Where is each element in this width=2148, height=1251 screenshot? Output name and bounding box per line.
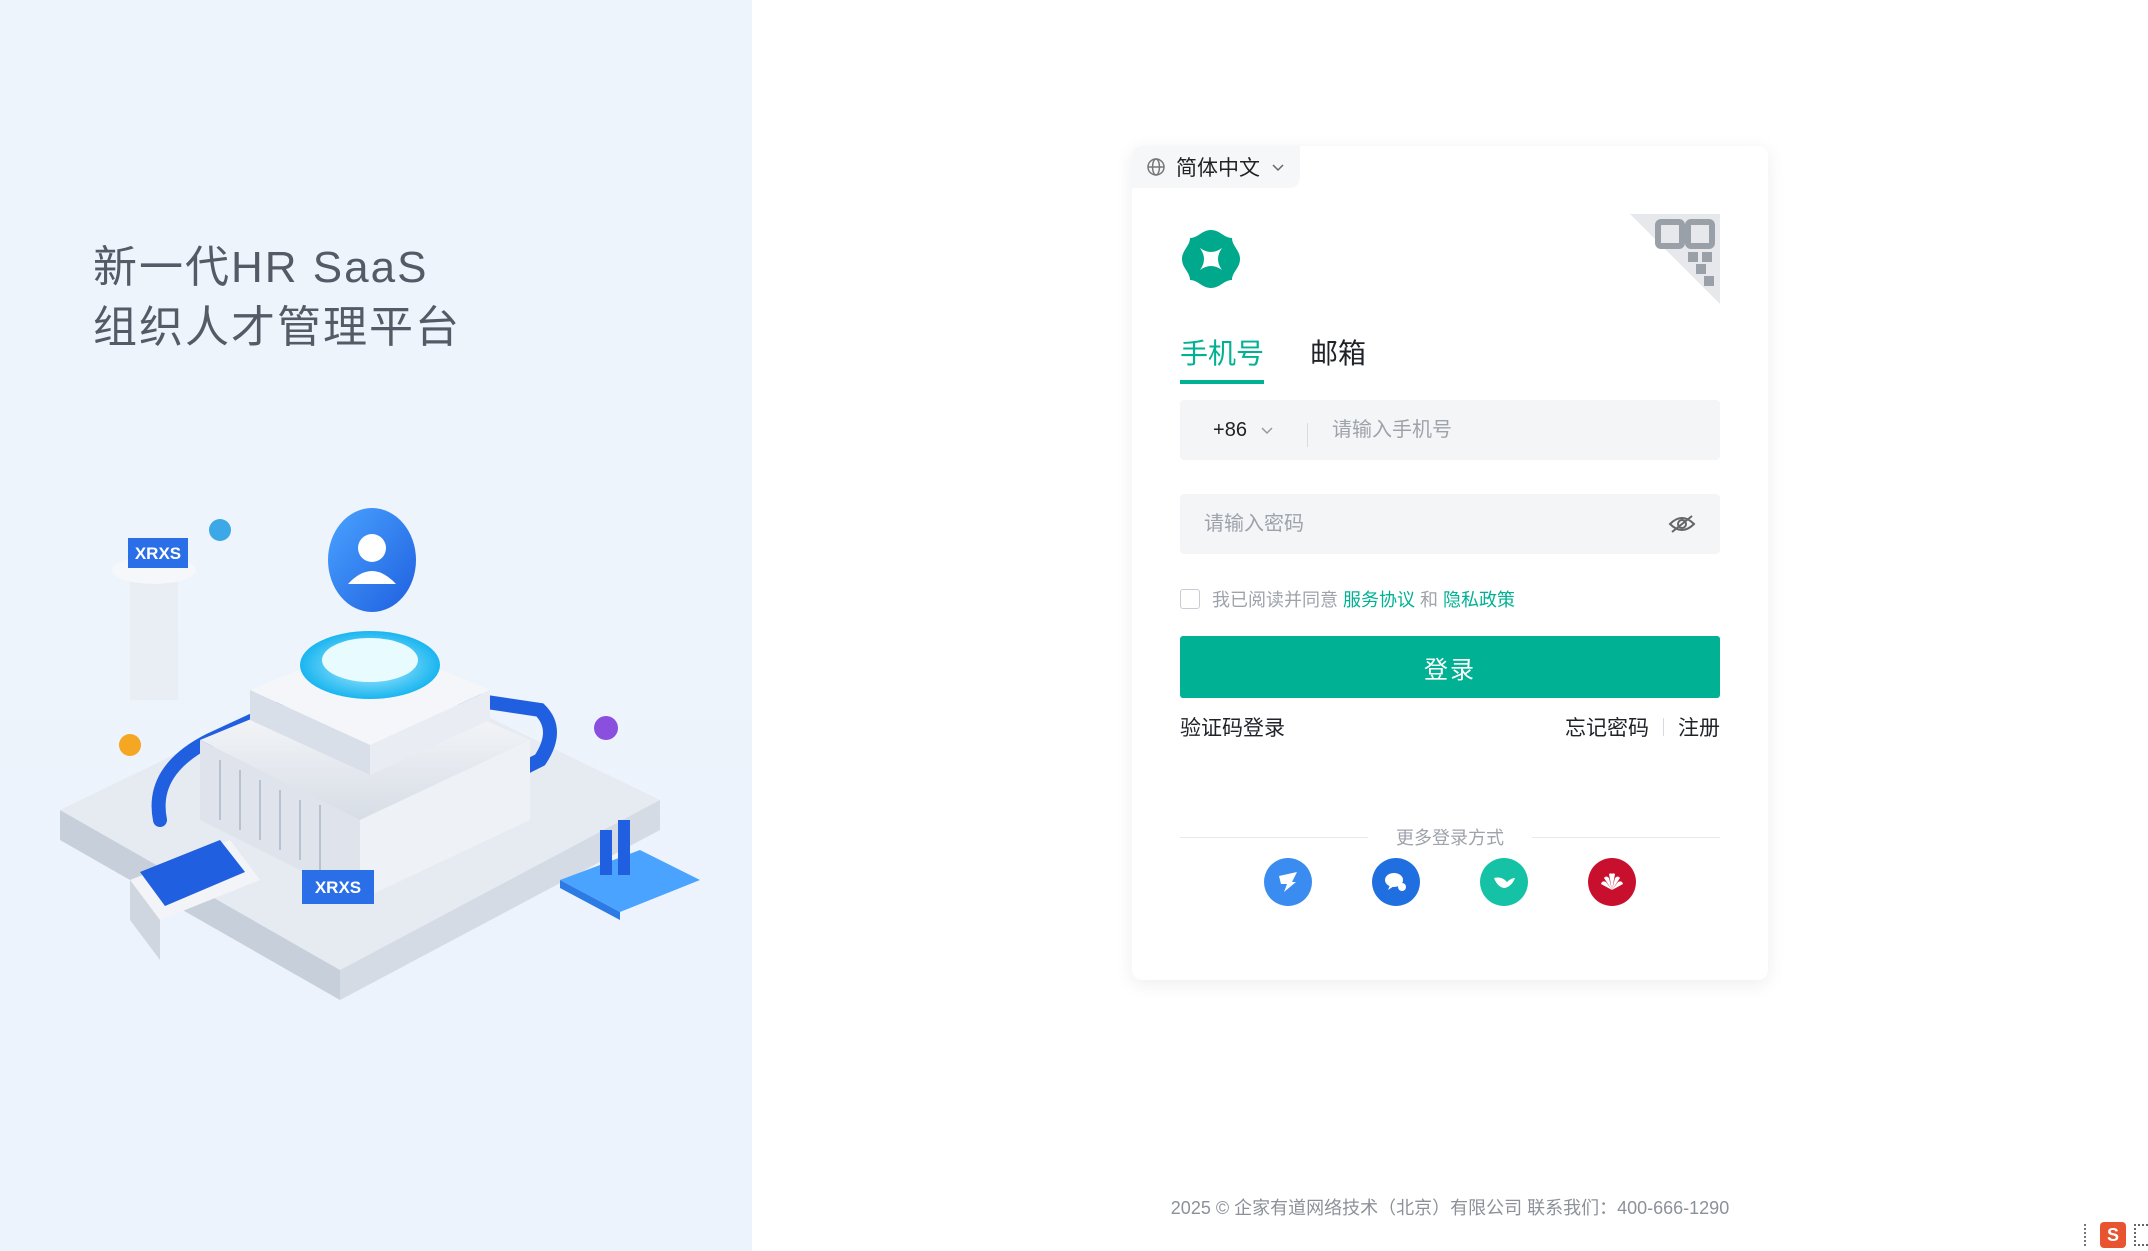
language-label: 简体中文 (1176, 157, 1260, 180)
divider (1180, 836, 1368, 838)
agreement-row: 我已阅读并同意 服务协议 和 隐私政策 (1180, 586, 1515, 612)
sign-bottom-text: XRXS (315, 878, 361, 897)
country-code-value: +86 (1213, 418, 1247, 441)
agreement-text: 我已阅读并同意 (1212, 590, 1338, 610)
divider (1532, 836, 1720, 838)
social-login-row (1132, 858, 1768, 906)
slogan-line2: 组织人才管理平台 (93, 303, 461, 352)
register-link[interactable]: 注册 (1678, 712, 1720, 742)
tab-email[interactable]: 邮箱 (1310, 332, 1366, 384)
login-card: 简体中文 手机号 邮箱 +86 我已阅读并同意 服务协议 和 (1132, 146, 1768, 980)
wecom-icon[interactable] (1372, 858, 1420, 906)
slogan-line1: 新一代HR SaaS (93, 243, 429, 292)
code-login-link[interactable]: 验证码登录 (1180, 712, 1285, 742)
resize-handle-icon (2084, 1224, 2090, 1246)
agreement-checkbox[interactable] (1180, 589, 1200, 609)
forgot-password-link[interactable]: 忘记密码 (1565, 712, 1649, 742)
brand-logo-icon (1182, 230, 1240, 288)
password-input[interactable] (1204, 512, 1624, 536)
input-method-icon[interactable]: S (2100, 1222, 2126, 1248)
huawei-icon[interactable] (1588, 858, 1636, 906)
privacy-policy-link[interactable]: 隐私政策 (1443, 590, 1515, 610)
password-field (1180, 494, 1720, 554)
language-selector[interactable]: 简体中文 (1132, 146, 1300, 188)
globe-icon (1147, 158, 1165, 176)
sign-top-text: XRXS (135, 544, 181, 563)
agreement-and: 和 (1420, 590, 1439, 610)
more-login-methods: 更多登录方式 (1180, 824, 1720, 850)
sub-links: 验证码登录 忘记密码 注册 (1180, 712, 1720, 742)
login-button[interactable]: 登录 (1180, 636, 1720, 698)
building-illustration: XRXS XRXS (60, 508, 700, 1000)
chevron-down-icon (1261, 427, 1273, 435)
country-code-select[interactable]: +86 (1180, 418, 1308, 447)
phone-field: +86 (1180, 400, 1720, 460)
login-tabs: 手机号 邮箱 (1180, 332, 1366, 384)
corner-handle-icon (2134, 1224, 2148, 1246)
slogan: 新一代HR SaaS 组织人才管理平台 (93, 238, 461, 358)
more-login-label: 更多登录方式 (1396, 828, 1504, 848)
left-panel: 新一代HR SaaS 组织人才管理平台 XRXS XRXS (0, 0, 752, 1251)
dingtalk-icon[interactable] (1264, 858, 1312, 906)
divider (1663, 718, 1664, 736)
service-agreement-link[interactable]: 服务协议 (1343, 590, 1415, 610)
footer-copyright: 2025 © 企家有道网络技术（北京）有限公司 联系我们：400-666-129… (1170, 1198, 1730, 1218)
feishu-icon[interactable] (1480, 858, 1528, 906)
chevron-down-icon (1272, 164, 1284, 172)
qr-code-login-icon[interactable] (1630, 214, 1720, 304)
tab-phone[interactable]: 手机号 (1180, 332, 1265, 384)
phone-input[interactable] (1332, 418, 1712, 442)
eye-hidden-icon[interactable] (1668, 514, 1696, 534)
